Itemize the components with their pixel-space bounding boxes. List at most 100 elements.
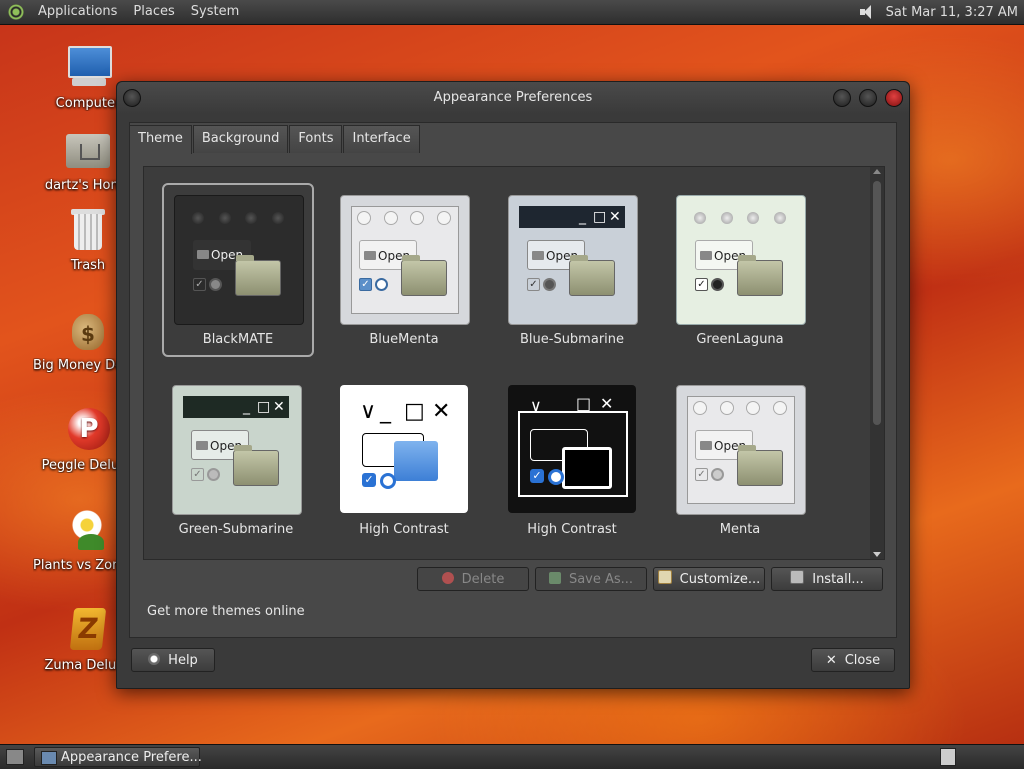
theme-name: BlueMenta bbox=[369, 332, 439, 347]
theme-list-scrollbar[interactable] bbox=[870, 167, 884, 559]
theme-high-contrast[interactable]: ∨ _ □ ✕ ✓ High Contrast bbox=[330, 375, 478, 545]
tab-interface[interactable]: Interface bbox=[343, 125, 420, 153]
scrollbar-thumb[interactable] bbox=[873, 181, 881, 425]
window-title: Appearance Preferences bbox=[433, 90, 593, 105]
mate-logo-icon[interactable] bbox=[8, 4, 24, 20]
radio-icon bbox=[207, 468, 220, 481]
theme-preview: _ □ ✕ Open ✓ bbox=[172, 385, 302, 515]
window-titlebar[interactable]: Appearance Preferences bbox=[117, 82, 909, 114]
delete-button[interactable]: Delete bbox=[417, 567, 529, 591]
appearance-preferences-window: Appearance Preferences Theme Background … bbox=[116, 81, 910, 689]
theme-blue-submarine[interactable]: _ □ ✕ Open ✓ Blue-Submarine bbox=[498, 185, 646, 355]
chevron-down-icon: ∨ bbox=[530, 396, 542, 415]
preview-titlebar bbox=[687, 206, 793, 230]
minimize-icon: _ bbox=[243, 399, 250, 415]
close-label: Close bbox=[844, 653, 881, 668]
theme-preview: Open ✓ bbox=[676, 195, 806, 325]
taskbar-appearance-preferences[interactable]: Appearance Prefere... bbox=[34, 747, 202, 767]
bottom-panel: Appearance Prefere... bbox=[0, 744, 1024, 769]
workspace-switcher[interactable] bbox=[940, 748, 956, 766]
folder-icon bbox=[235, 255, 281, 296]
preview-titlebar bbox=[351, 206, 457, 230]
checkbox-icon: ✓ bbox=[527, 278, 540, 291]
radio-icon bbox=[375, 278, 388, 291]
theme-blackmate[interactable]: Open ✓ BlackMATE bbox=[162, 183, 314, 357]
radio-icon bbox=[711, 468, 724, 481]
window-menu-icon[interactable] bbox=[123, 89, 141, 107]
theme-preview: ∨ _ □ ✕ ✓ bbox=[508, 385, 636, 513]
customize-icon bbox=[657, 570, 672, 584]
folder-icon bbox=[401, 255, 447, 296]
theme-name: High Contrast bbox=[359, 522, 449, 537]
close-icon: ✕ bbox=[432, 399, 451, 424]
computer-icon bbox=[64, 44, 112, 92]
menu-applications[interactable]: Applications bbox=[30, 0, 125, 24]
tab-background[interactable]: Background bbox=[192, 125, 289, 153]
theme-greenlaguna[interactable]: Open ✓ GreenLaguna bbox=[666, 185, 814, 355]
show-desktop-icon[interactable] bbox=[6, 749, 24, 765]
radio-icon bbox=[711, 278, 724, 291]
menu-places[interactable]: Places bbox=[125, 0, 182, 24]
folder-icon bbox=[569, 255, 615, 296]
menu-system[interactable]: System bbox=[183, 0, 247, 24]
maximize-icon: □ bbox=[593, 209, 607, 225]
save-icon bbox=[548, 572, 561, 584]
minimize-icon: _ bbox=[380, 399, 391, 424]
theme-preview: Open ✓ bbox=[174, 195, 304, 325]
folder-icon bbox=[233, 445, 279, 486]
get-more-themes-link[interactable]: Get more themes online bbox=[147, 604, 305, 619]
help-button[interactable]: Help bbox=[131, 648, 215, 672]
maximize-icon: □ bbox=[576, 394, 592, 413]
volume-icon[interactable] bbox=[858, 4, 876, 20]
radio-icon bbox=[543, 278, 556, 291]
close-icon: ✕ bbox=[600, 394, 614, 413]
theme-name: Menta bbox=[719, 522, 761, 537]
tab-theme[interactable]: Theme bbox=[129, 125, 192, 154]
theme-name: High Contrast bbox=[527, 522, 617, 537]
minimize-icon: _ bbox=[552, 394, 560, 413]
trash-icon bbox=[64, 206, 112, 254]
scroll-up-icon[interactable] bbox=[873, 169, 881, 174]
delete-label: Delete bbox=[461, 572, 505, 587]
folder-icon bbox=[737, 445, 783, 486]
delete-icon bbox=[441, 572, 454, 584]
big-money-icon: $ bbox=[64, 306, 112, 354]
minimize-icon[interactable] bbox=[833, 89, 851, 107]
theme-menta[interactable]: Open ✓ Menta bbox=[666, 375, 814, 545]
theme-preview: _ □ ✕ Open ✓ bbox=[508, 195, 638, 325]
theme-high-contrast-inverse[interactable]: ∨ _ □ ✕ ✓ High Contrast bbox=[498, 375, 646, 545]
close-button[interactable]: ✕ Close bbox=[811, 648, 895, 672]
preview-titlebar bbox=[185, 206, 291, 230]
save-as-button[interactable]: Save As... bbox=[535, 567, 647, 591]
maximize-icon: □ bbox=[257, 399, 271, 415]
theme-preview: ∨ _ □ ✕ ✓ bbox=[340, 385, 468, 513]
theme-name: Blue-Submarine bbox=[519, 332, 625, 347]
scroll-down-icon[interactable] bbox=[873, 552, 881, 557]
maximize-icon[interactable] bbox=[859, 89, 877, 107]
customize-button[interactable]: Customize... bbox=[653, 567, 765, 591]
help-label: Help bbox=[168, 653, 198, 668]
tab-fonts[interactable]: Fonts bbox=[289, 125, 343, 153]
checkbox-icon: ✓ bbox=[695, 278, 708, 291]
radio-icon bbox=[209, 278, 222, 291]
install-button[interactable]: Install... bbox=[771, 567, 883, 591]
theme-green-submarine[interactable]: _ □ ✕ Open ✓ Green-Submarine bbox=[162, 375, 310, 545]
minimize-icon: _ bbox=[579, 209, 586, 225]
zuma-icon: Z bbox=[64, 606, 112, 654]
checkbox-icon: ✓ bbox=[359, 278, 372, 291]
preview-titlebar bbox=[687, 396, 793, 420]
checkbox-icon: ✓ bbox=[695, 468, 708, 481]
install-icon bbox=[790, 570, 805, 584]
checkbox-icon: ✓ bbox=[193, 278, 206, 291]
close-window-icon[interactable] bbox=[885, 89, 903, 107]
checkbox-icon: ✓ bbox=[191, 468, 204, 481]
help-icon bbox=[148, 653, 161, 665]
theme-list: Open ✓ BlackMATE Open ✓ BlueMenta _ □ ✕ … bbox=[143, 166, 885, 560]
chevron-down-icon: ∨ bbox=[360, 399, 377, 424]
theme-bluementa[interactable]: Open ✓ BlueMenta bbox=[330, 185, 478, 355]
theme-name: Green-Submarine bbox=[178, 522, 294, 537]
save-as-label: Save As... bbox=[568, 572, 634, 587]
maximize-icon: □ bbox=[404, 399, 425, 424]
clock[interactable]: Sat Mar 11, 3:27 AM bbox=[886, 5, 1024, 20]
close-icon: ✕ bbox=[609, 209, 621, 225]
